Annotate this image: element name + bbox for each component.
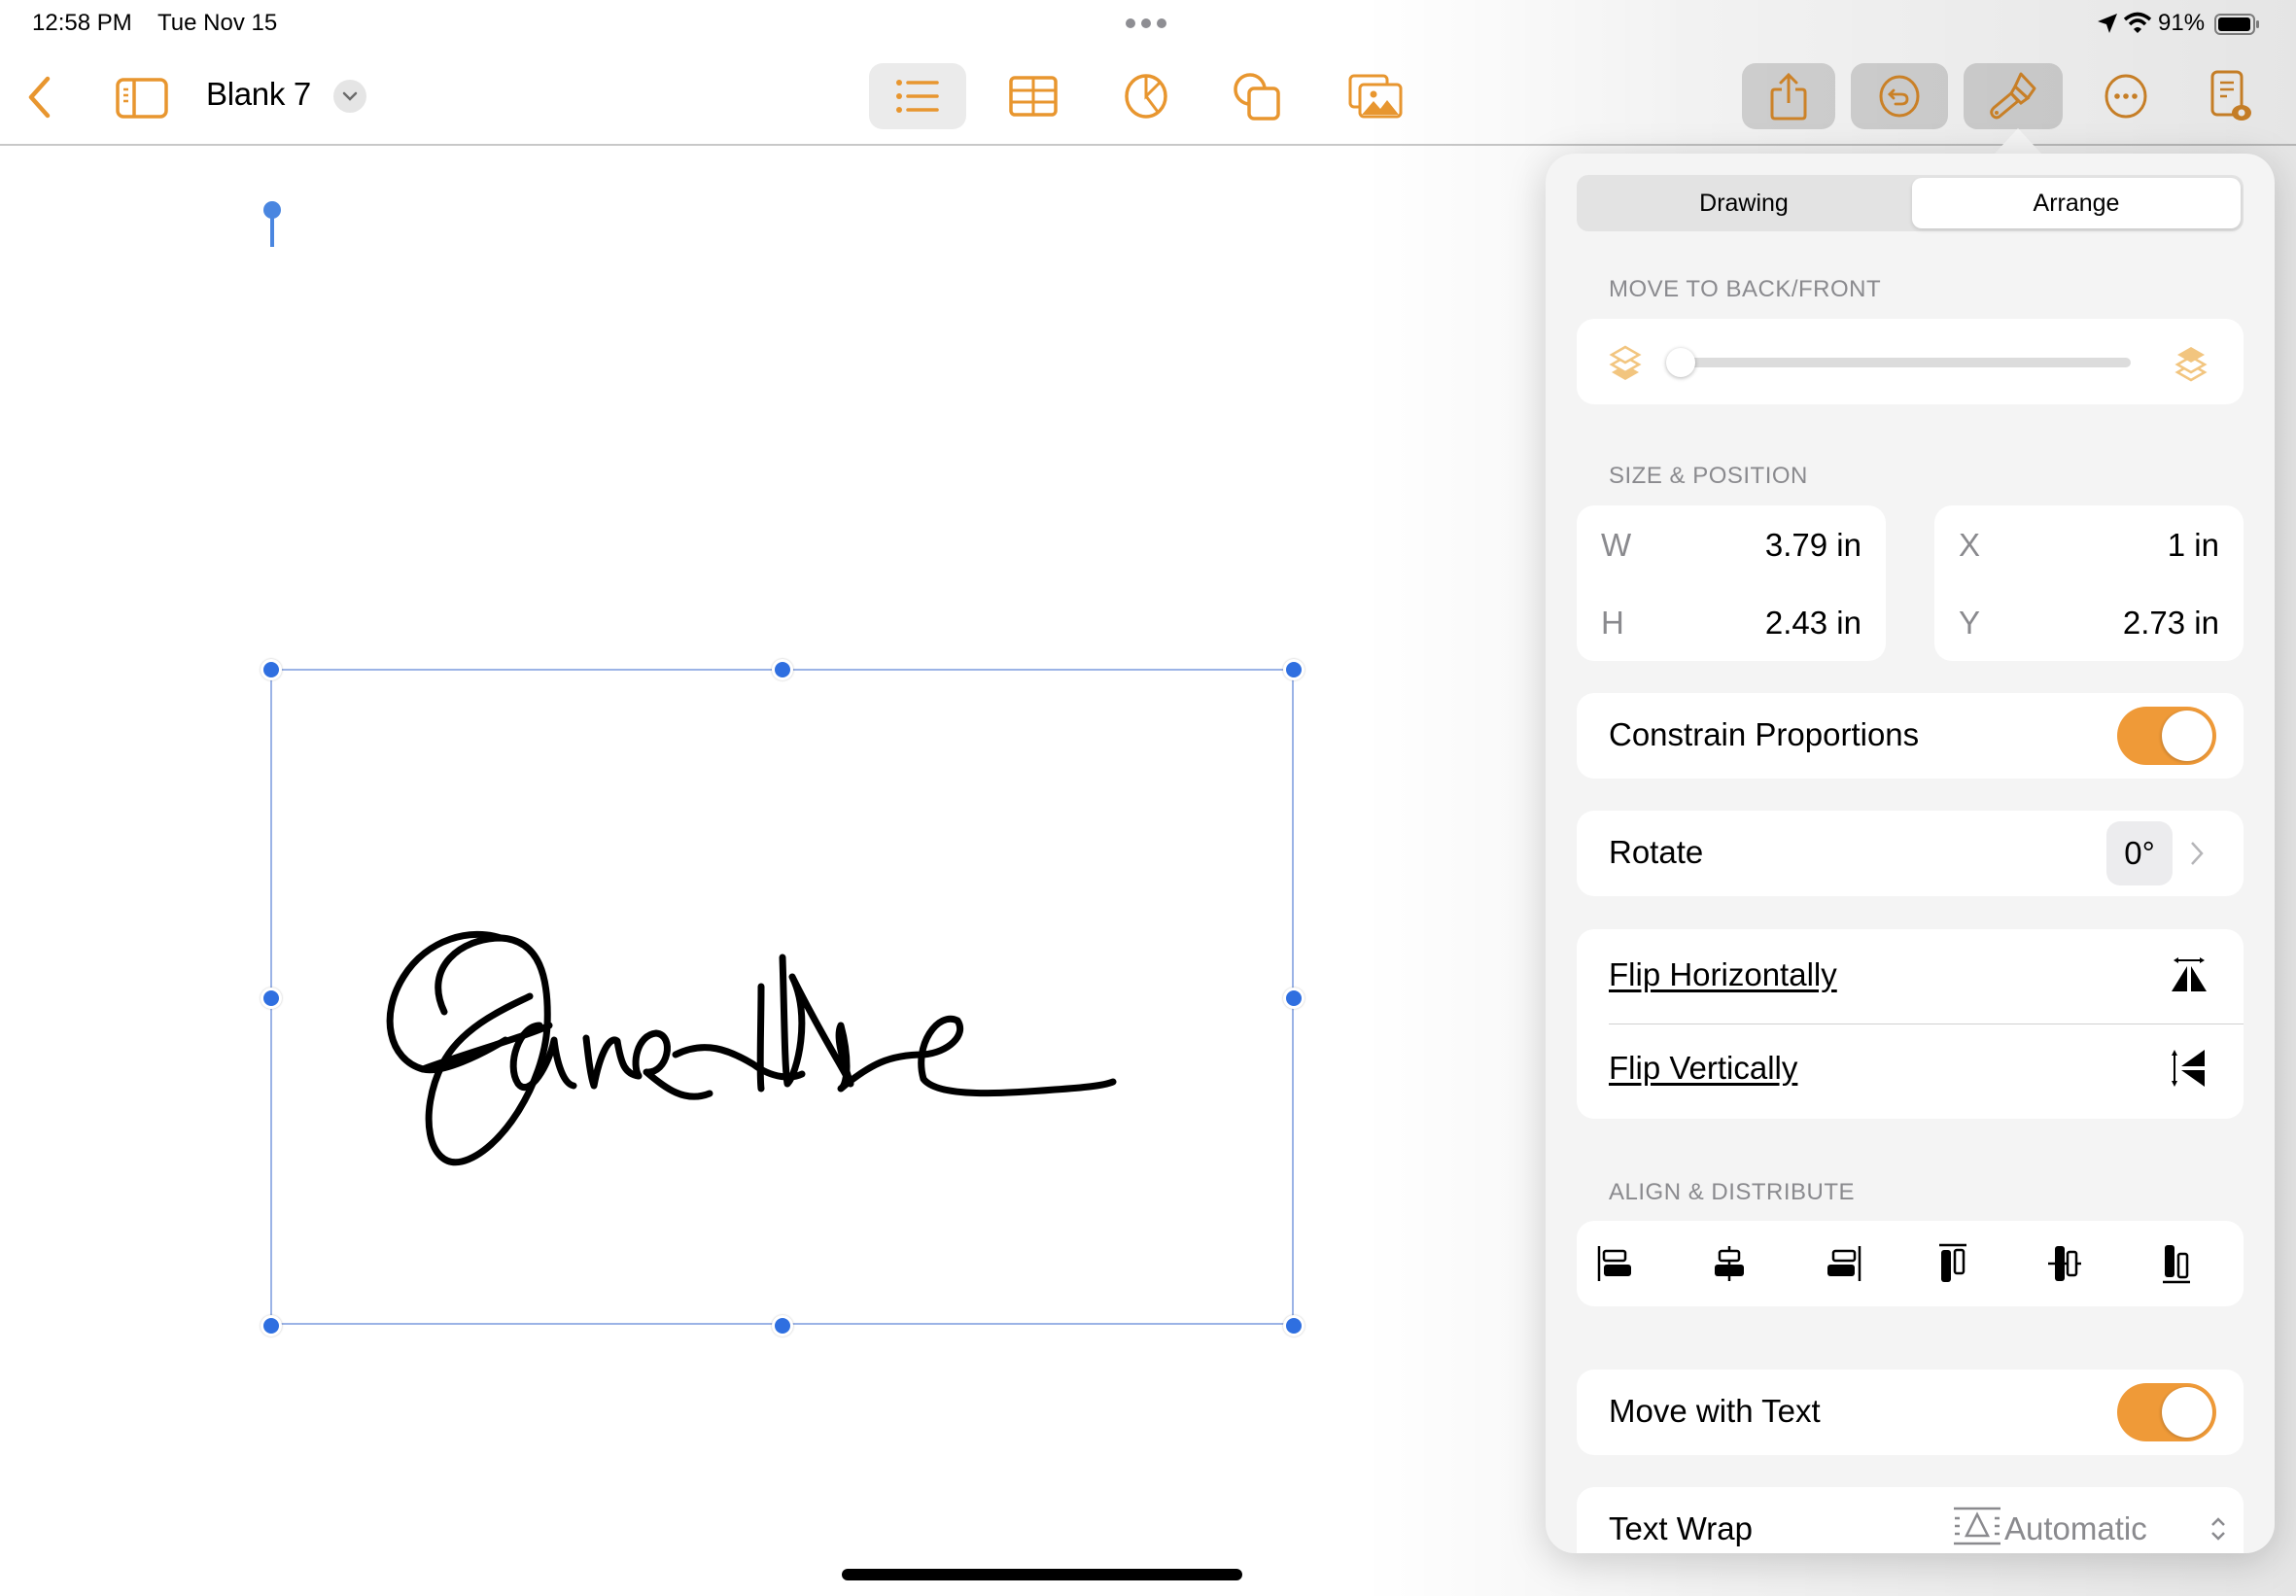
align-left-icon[interactable] <box>1596 1244 1639 1283</box>
resize-handle-top-right[interactable] <box>1283 659 1305 680</box>
width-field[interactable]: 3.79 in <box>1765 527 1861 564</box>
width-label: W <box>1601 527 1632 563</box>
insert-table-button[interactable] <box>1001 63 1065 129</box>
flip-vertical-icon[interactable] <box>2170 1048 2209 1089</box>
wifi-icon <box>2123 12 2152 35</box>
table-icon <box>1009 76 1058 117</box>
text-wrap-value[interactable]: Automatic <box>2004 1510 2147 1547</box>
undo-button[interactable] <box>1851 63 1948 129</box>
size-card: W 3.79 in H 2.43 in <box>1577 505 1886 661</box>
layer-order-slider-track[interactable] <box>1684 358 2131 367</box>
battery-percent: 91% <box>2158 10 2206 36</box>
text-cursor-handle[interactable] <box>262 200 282 247</box>
back-chevron-icon <box>28 76 51 119</box>
more-button[interactable] <box>2090 63 2162 129</box>
sidebar-icon <box>116 78 168 119</box>
status-date: Tue Nov 15 <box>157 10 278 36</box>
battery-icon <box>2214 13 2261 36</box>
format-panel: Drawing Arrange MOVE TO BACK/FRONT SIZE … <box>1546 154 2275 1553</box>
document-title[interactable]: Blank 7 <box>206 76 311 113</box>
resize-handle-bottom-left[interactable] <box>261 1315 282 1336</box>
move-to-back-front-header: MOVE TO BACK/FRONT <box>1609 276 1882 302</box>
resize-handle-top-center[interactable] <box>772 659 793 680</box>
layer-order-card <box>1577 319 2244 404</box>
align-right-icon[interactable] <box>1820 1244 1862 1283</box>
constrain-proportions-row: Constrain Proportions <box>1577 693 2244 779</box>
panel-tab-control: Drawing Arrange <box>1577 175 2244 231</box>
move-with-text-label: Move with Text <box>1609 1393 1821 1429</box>
text-wrap-icon <box>1952 1507 2002 1545</box>
list-icon <box>896 80 939 113</box>
text-wrap-row[interactable]: Text Wrap Automatic <box>1577 1487 2244 1553</box>
bring-to-front-icon[interactable] <box>2172 343 2210 382</box>
height-label: H <box>1601 605 1624 641</box>
text-wrap-label: Text Wrap <box>1609 1510 1753 1546</box>
layer-order-slider-thumb[interactable] <box>1666 348 1695 377</box>
flip-vertically-button[interactable]: Flip Vertically <box>1609 1050 1797 1087</box>
y-label: Y <box>1959 605 1981 641</box>
resize-handle-bottom-center[interactable] <box>772 1315 793 1336</box>
flip-horizontal-icon[interactable] <box>2170 956 2209 995</box>
format-button[interactable] <box>1964 63 2063 129</box>
insert-list-button[interactable] <box>869 63 966 129</box>
back-button[interactable] <box>19 70 58 124</box>
align-distribute-header: ALIGN & DISTRIBUTE <box>1609 1179 1856 1205</box>
title-dropdown-button[interactable] <box>333 80 366 113</box>
popover-arrow <box>1993 128 2043 156</box>
move-with-text-toggle[interactable] <box>2117 1383 2216 1441</box>
align-top-icon[interactable] <box>1931 1242 1974 1285</box>
insert-chart-button[interactable] <box>1114 63 1178 129</box>
size-position-header: SIZE & POSITION <box>1609 463 1808 489</box>
chevron-right-icon <box>2189 840 2205 867</box>
height-field[interactable]: 2.43 in <box>1765 605 1861 642</box>
insert-shape-button[interactable] <box>1225 63 1289 129</box>
resize-handle-bottom-right[interactable] <box>1283 1315 1305 1336</box>
position-card: X 1 in Y 2.73 in <box>1934 505 2244 661</box>
resize-handle-middle-left[interactable] <box>261 988 282 1009</box>
format-paintbrush-icon <box>1990 72 2036 120</box>
location-arrow-icon <box>2096 12 2119 35</box>
constrain-proportions-label: Constrain Proportions <box>1609 716 1920 752</box>
move-with-text-row: Move with Text <box>1577 1370 2244 1455</box>
shapes-icon <box>1234 73 1280 121</box>
align-bottom-icon[interactable] <box>2155 1242 2198 1285</box>
reader-view-icon <box>2210 70 2251 121</box>
reader-view-button[interactable] <box>2199 63 2263 129</box>
rotate-value[interactable]: 0° <box>2106 821 2173 885</box>
y-field[interactable]: 2.73 in <box>2123 605 2219 642</box>
chevron-down-icon <box>342 91 358 101</box>
share-button[interactable] <box>1742 63 1835 129</box>
x-field[interactable]: 1 in <box>2168 527 2219 564</box>
undo-icon <box>1879 75 1920 118</box>
chart-icon <box>1125 74 1167 119</box>
rotate-row[interactable]: Rotate 0° <box>1577 811 2244 896</box>
multitasking-dots-icon[interactable] <box>1126 18 1166 28</box>
rotate-label: Rotate <box>1609 834 1704 870</box>
up-down-chevron-icon <box>2209 1514 2228 1544</box>
align-center-icon[interactable] <box>1708 1244 1751 1283</box>
constrain-proportions-toggle[interactable] <box>2117 707 2216 765</box>
home-indicator[interactable] <box>842 1569 1242 1580</box>
tab-drawing[interactable]: Drawing <box>1580 178 1908 228</box>
flip-card: Flip Horizontally Flip Vertically <box>1577 929 2244 1119</box>
align-card <box>1577 1221 2244 1306</box>
x-label: X <box>1959 527 1981 563</box>
status-time: 12:58 PM <box>32 10 132 36</box>
insert-media-button[interactable] <box>1341 63 1409 129</box>
share-icon <box>1770 72 1807 121</box>
more-icon <box>2105 74 2147 119</box>
signature-drawing[interactable] <box>384 919 1137 1171</box>
flip-horizontally-button[interactable]: Flip Horizontally <box>1609 956 1837 993</box>
toolbar-divider <box>0 144 2296 146</box>
sidebar-button[interactable] <box>113 74 171 122</box>
resize-handle-top-left[interactable] <box>261 659 282 680</box>
send-to-back-icon[interactable] <box>1606 343 1645 382</box>
resize-handle-middle-right[interactable] <box>1283 988 1305 1009</box>
align-middle-icon[interactable] <box>2043 1242 2086 1285</box>
tab-arrange[interactable]: Arrange <box>1912 178 2241 228</box>
media-icon <box>1348 74 1403 119</box>
